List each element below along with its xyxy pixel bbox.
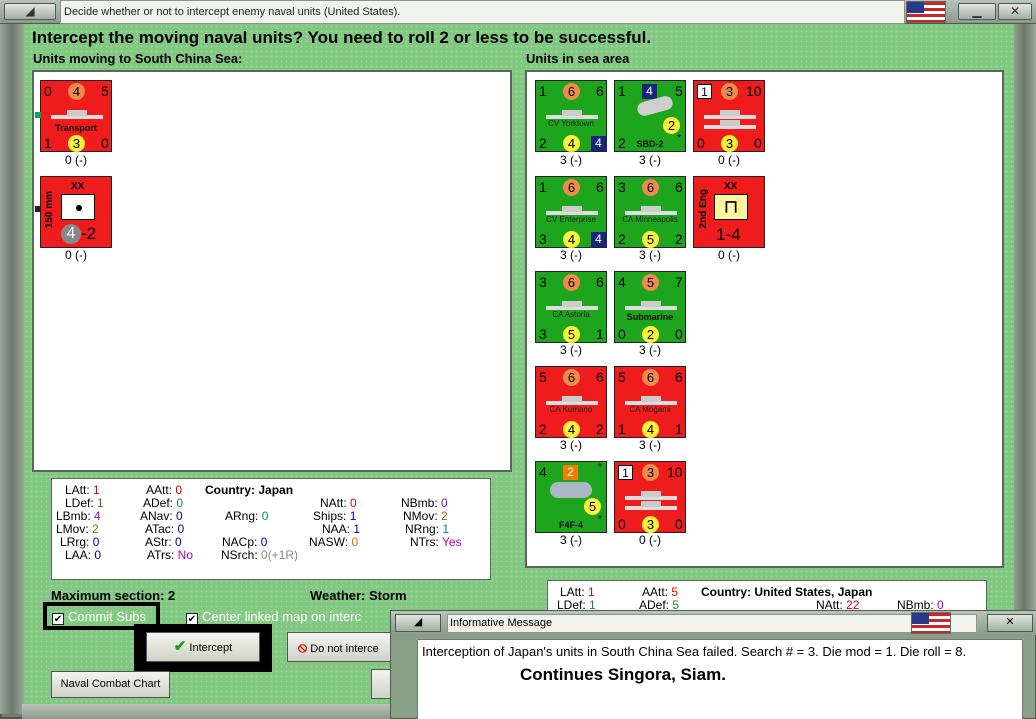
max-section-label: Maximum section: 2 bbox=[51, 588, 176, 603]
unit-label: 3 (-) bbox=[560, 248, 582, 262]
left-border bbox=[0, 24, 24, 714]
unit-label: 0 (-) bbox=[718, 153, 740, 167]
unit-label: 3 (-) bbox=[639, 248, 661, 262]
minimize-button[interactable]: ▁ bbox=[958, 3, 996, 20]
ship-silhouette-icon bbox=[704, 119, 756, 129]
unit-counter-2nd-eng[interactable]: 2nd Eng XX ㄇ 1-4 bbox=[693, 176, 765, 248]
us-flag-icon bbox=[911, 612, 951, 634]
ship-silhouette-icon bbox=[625, 490, 677, 500]
unit-marker-icon bbox=[35, 112, 41, 118]
bottom-bar bbox=[22, 704, 392, 719]
center-linked-map-checkbox[interactable]: ✔ Center linked map on interc bbox=[186, 609, 361, 625]
message-text: Interception of Japan's units in South C… bbox=[422, 644, 967, 659]
unit-label: 3 (-) bbox=[560, 153, 582, 167]
unit-type-symbol-icon bbox=[61, 194, 95, 220]
ship-silhouette-icon bbox=[704, 109, 756, 119]
unit-counter-transport[interactable]: 0 4 5 Transport 1 3 0 bbox=[40, 80, 112, 152]
ship-silhouette-icon bbox=[546, 205, 598, 215]
unit-counter-cv-yorktown[interactable]: 1 6 6 CV Yorktown 2 4 4 bbox=[535, 80, 607, 152]
submarine-silhouette-icon bbox=[625, 300, 677, 310]
unit-label: 3 (-) bbox=[639, 438, 661, 452]
intercept-button[interactable]: ✔ Intercept bbox=[146, 632, 260, 662]
unit-counter-ca-minneapolis[interactable]: 3 6 6 CA Minneapolis 2 5 2 bbox=[614, 176, 686, 248]
unit-counter-ca-kumano[interactable]: 5 6 6 CA Kumano 2 4 2 bbox=[535, 366, 607, 438]
unit-counter-division[interactable]: 150 mm XX 4 -2 bbox=[40, 176, 112, 248]
unit-counter-submarine[interactable]: 4 5 7 Submarine 0 2 0 bbox=[614, 271, 686, 343]
window-title: Decide whether or not to intercept enemy… bbox=[60, 0, 905, 24]
unit-label: 0 (-) bbox=[718, 248, 740, 262]
unit-label: 3 (-) bbox=[560, 533, 582, 547]
message-title-bar: ◢ Informative Message ✕ bbox=[391, 611, 1036, 635]
unit-label: 3 (-) bbox=[639, 343, 661, 357]
unit-counter-transport-jp[interactable]: 1 3 10 0 3 0 bbox=[614, 461, 686, 533]
message-menu-icon[interactable]: ◢ bbox=[395, 614, 441, 632]
message-overlay-text: Continues Singora, Siam. bbox=[520, 665, 726, 684]
sea-area-header: Units in sea area bbox=[526, 51, 630, 66]
do-not-intercept-button[interactable]: ⦸ Do not interce bbox=[287, 632, 393, 662]
checkbox-checked-icon: ✔ bbox=[52, 613, 64, 625]
page-title: Intercept the moving naval units? You ne… bbox=[32, 28, 652, 47]
unit-label: 3 (-) bbox=[560, 343, 582, 357]
message-close-button[interactable]: ✕ bbox=[987, 614, 1033, 632]
unit-label: 0 (-) bbox=[639, 533, 661, 547]
unit-counter-sbd-2[interactable]: 1 4 5 2 2 SBD-2 * bbox=[614, 80, 686, 152]
unit-label: 3 (-) bbox=[639, 153, 661, 167]
message-title: Informative Message bbox=[447, 614, 977, 633]
hidden-button[interactable] bbox=[371, 669, 391, 699]
ship-silhouette-icon bbox=[546, 109, 598, 119]
ship-silhouette-icon bbox=[51, 109, 103, 119]
ship-silhouette-icon bbox=[546, 395, 598, 405]
unit-counter-transport-us[interactable]: 1 3 10 0 3 0 bbox=[693, 80, 765, 152]
weather-label: Weather: Storm bbox=[310, 588, 407, 603]
ship-silhouette-icon bbox=[625, 500, 677, 510]
moving-units-header: Units moving to South China Sea: bbox=[33, 51, 243, 66]
aircraft-silhouette-icon bbox=[550, 482, 592, 498]
window-menu-icon[interactable]: ◢ bbox=[4, 3, 56, 20]
us-flag-icon bbox=[906, 1, 946, 23]
check-icon: ✔ bbox=[173, 638, 187, 655]
ship-silhouette-icon bbox=[625, 205, 677, 215]
naval-combat-chart-button[interactable]: Naval Combat Chart bbox=[51, 671, 170, 698]
unit-label: 0 (-) bbox=[65, 248, 87, 262]
unit-label: 3 (-) bbox=[560, 438, 582, 452]
commit-subs-checkbox[interactable]: ✔ Commit Subs bbox=[52, 609, 146, 625]
unit-counter-cv-enterprise[interactable]: 1 6 6 CV Enterprise 3 4 4 bbox=[535, 176, 607, 248]
ship-silhouette-icon bbox=[546, 300, 598, 310]
no-entry-icon: ⦸ bbox=[298, 639, 308, 655]
unit-marker-icon bbox=[35, 206, 41, 212]
unit-counter-ca-mogami[interactable]: 5 6 6 CA Mogami 1 4 1 bbox=[614, 366, 686, 438]
close-button[interactable]: ✕ bbox=[998, 3, 1032, 20]
unit-label: 0 (-) bbox=[65, 153, 87, 167]
unit-counter-f4f-4[interactable]: 4 2 * 5 F4F-4 * bbox=[535, 461, 607, 533]
unit-counter-ca-astoria[interactable]: 3 6 6 CA Astoria 3 5 1 bbox=[535, 271, 607, 343]
informative-message-window: ◢ Informative Message ✕ Interception of … bbox=[390, 610, 1036, 719]
ship-silhouette-icon bbox=[625, 395, 677, 405]
engineer-symbol-icon: ㄇ bbox=[714, 194, 748, 220]
title-bar: ◢ Decide whether or not to intercept ene… bbox=[0, 0, 1036, 24]
